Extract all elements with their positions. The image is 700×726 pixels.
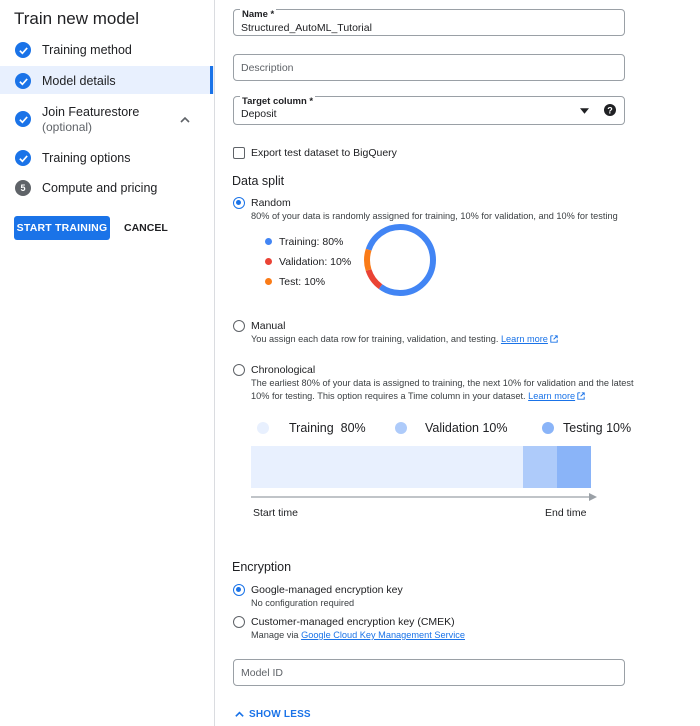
model-id-field[interactable]: Model ID xyxy=(233,659,625,686)
step-join-featurestore[interactable]: Join Featurestore (optional) xyxy=(0,100,214,140)
step-compute-pricing[interactable]: 5 Compute and pricing xyxy=(0,176,214,200)
cmek-radio[interactable] xyxy=(233,616,245,628)
legend-dot-training xyxy=(265,238,272,245)
chevron-up-icon[interactable] xyxy=(178,113,192,127)
show-less-label: SHOW LESS xyxy=(249,708,311,720)
legend-test: Test: 10% xyxy=(279,276,326,288)
manual-radio[interactable] xyxy=(233,320,245,332)
timeline-legend-validation: Validation 10% xyxy=(425,421,508,435)
timeline-start-label: Start time xyxy=(253,507,298,519)
split-donut-chart xyxy=(364,224,436,296)
export-checkbox[interactable] xyxy=(233,147,245,159)
timeline-legend-name: Validation xyxy=(425,421,479,435)
data-split-heading: Data split xyxy=(232,174,285,188)
export-checkbox-label: Export test dataset to BigQuery xyxy=(251,147,397,159)
step-label: Training options xyxy=(42,151,131,165)
step-training-options[interactable]: Training options xyxy=(0,146,214,170)
cmek-sub: Manage via Google Cloud Key Management S… xyxy=(251,629,465,642)
step-sublabel: (optional) xyxy=(42,120,93,134)
chronological-radio[interactable] xyxy=(233,364,245,376)
check-circle-icon xyxy=(15,150,31,166)
manual-label: Manual xyxy=(251,320,286,332)
timeline-dot-testing xyxy=(542,422,554,434)
external-link-icon xyxy=(550,335,558,343)
timeline-legend-pct: 10% xyxy=(606,421,632,435)
description-field[interactable]: Description xyxy=(233,54,625,81)
manual-description: You assign each data row for training, v… xyxy=(251,333,558,346)
help-icon[interactable]: ? xyxy=(604,104,616,116)
kms-link[interactable]: Google Cloud Key Management Service xyxy=(301,630,465,640)
check-circle-icon xyxy=(15,42,31,58)
timeline-legend-pct: 80% xyxy=(340,421,366,435)
stepper-sidebar: Train new model Training method Model de… xyxy=(0,0,215,726)
timeline-legend-testing: Testing 10% xyxy=(563,421,631,435)
timeline-legend-name: Training xyxy=(289,421,334,435)
timeline-legend-pct: 10% xyxy=(482,421,508,435)
chronological-learn-more-link[interactable]: Learn more xyxy=(528,391,575,401)
target-column-value: Deposit xyxy=(241,108,277,120)
manual-learn-more-link[interactable]: Learn more xyxy=(501,334,548,344)
timeline-legend-training: Training 80% xyxy=(289,421,366,435)
chronological-description-line1: The earliest 80% of your data is assigne… xyxy=(251,378,634,388)
model-id-placeholder: Model ID xyxy=(241,667,284,679)
dropdown-arrow-icon[interactable] xyxy=(580,108,589,114)
legend-training: Training: 80% xyxy=(279,236,344,248)
step-label: Model details xyxy=(42,74,116,88)
check-circle-icon xyxy=(15,111,31,127)
manual-description-text: You assign each data row for training, v… xyxy=(251,334,499,344)
timeline-split-bar xyxy=(251,446,591,488)
legend-validation: Validation: 10% xyxy=(279,256,352,268)
timeline-axis-arrow xyxy=(251,493,597,501)
random-radio[interactable] xyxy=(233,197,245,209)
external-link-icon xyxy=(577,392,585,400)
model-details-form: Name * Structured_AutoML_Tutorial Descri… xyxy=(216,0,700,726)
google-managed-key-radio[interactable] xyxy=(233,584,245,596)
step-training-method[interactable]: Training method xyxy=(0,38,214,62)
timeline-dot-validation xyxy=(395,422,407,434)
timeline-segment-training xyxy=(251,446,523,488)
target-column-select[interactable]: Target column * Deposit ? xyxy=(233,96,625,125)
random-label: Random xyxy=(251,197,291,209)
cmek-label: Customer-managed encryption key (CMEK) xyxy=(251,616,455,628)
step-label: Join Featurestore xyxy=(42,105,140,119)
timeline-dot-training xyxy=(257,422,269,434)
svg-text:?: ? xyxy=(607,105,613,115)
page-title: Train new model xyxy=(14,9,140,28)
chronological-description-text: 10% for testing. This option requires a … xyxy=(251,391,526,401)
legend-dot-test xyxy=(265,278,272,285)
description-placeholder: Description xyxy=(241,62,294,74)
step-label: Training method xyxy=(42,43,132,57)
timeline-segment-testing xyxy=(557,446,591,488)
step-label: Compute and pricing xyxy=(42,181,158,195)
cmek-sub-prefix: Manage via xyxy=(251,630,299,640)
timeline-legend-name: Testing xyxy=(563,421,603,435)
chevron-up-icon xyxy=(235,710,244,717)
name-field-value: Structured_AutoML_Tutorial xyxy=(241,22,372,34)
cancel-button[interactable]: CANCEL xyxy=(124,216,168,240)
chronological-description-line2: 10% for testing. This option requires a … xyxy=(251,390,585,403)
step-number-icon: 5 xyxy=(15,180,31,196)
legend-dot-validation xyxy=(265,258,272,265)
name-field-label: Name * xyxy=(240,9,277,20)
show-less-button[interactable]: SHOW LESS xyxy=(234,706,311,722)
target-column-label: Target column * xyxy=(240,96,316,107)
chronological-label: Chronological xyxy=(251,364,316,376)
encryption-heading: Encryption xyxy=(232,560,292,574)
name-field[interactable]: Name * Structured_AutoML_Tutorial xyxy=(233,9,625,36)
google-managed-key-sub: No configuration required xyxy=(251,598,355,608)
start-training-button[interactable]: START TRAINING xyxy=(14,216,110,240)
step-model-details[interactable]: Model details xyxy=(0,66,214,94)
timeline-end-label: End time xyxy=(545,507,587,519)
timeline-segment-validation xyxy=(523,446,557,488)
check-circle-icon xyxy=(15,73,31,89)
google-managed-key-label: Google-managed encryption key xyxy=(251,584,403,596)
